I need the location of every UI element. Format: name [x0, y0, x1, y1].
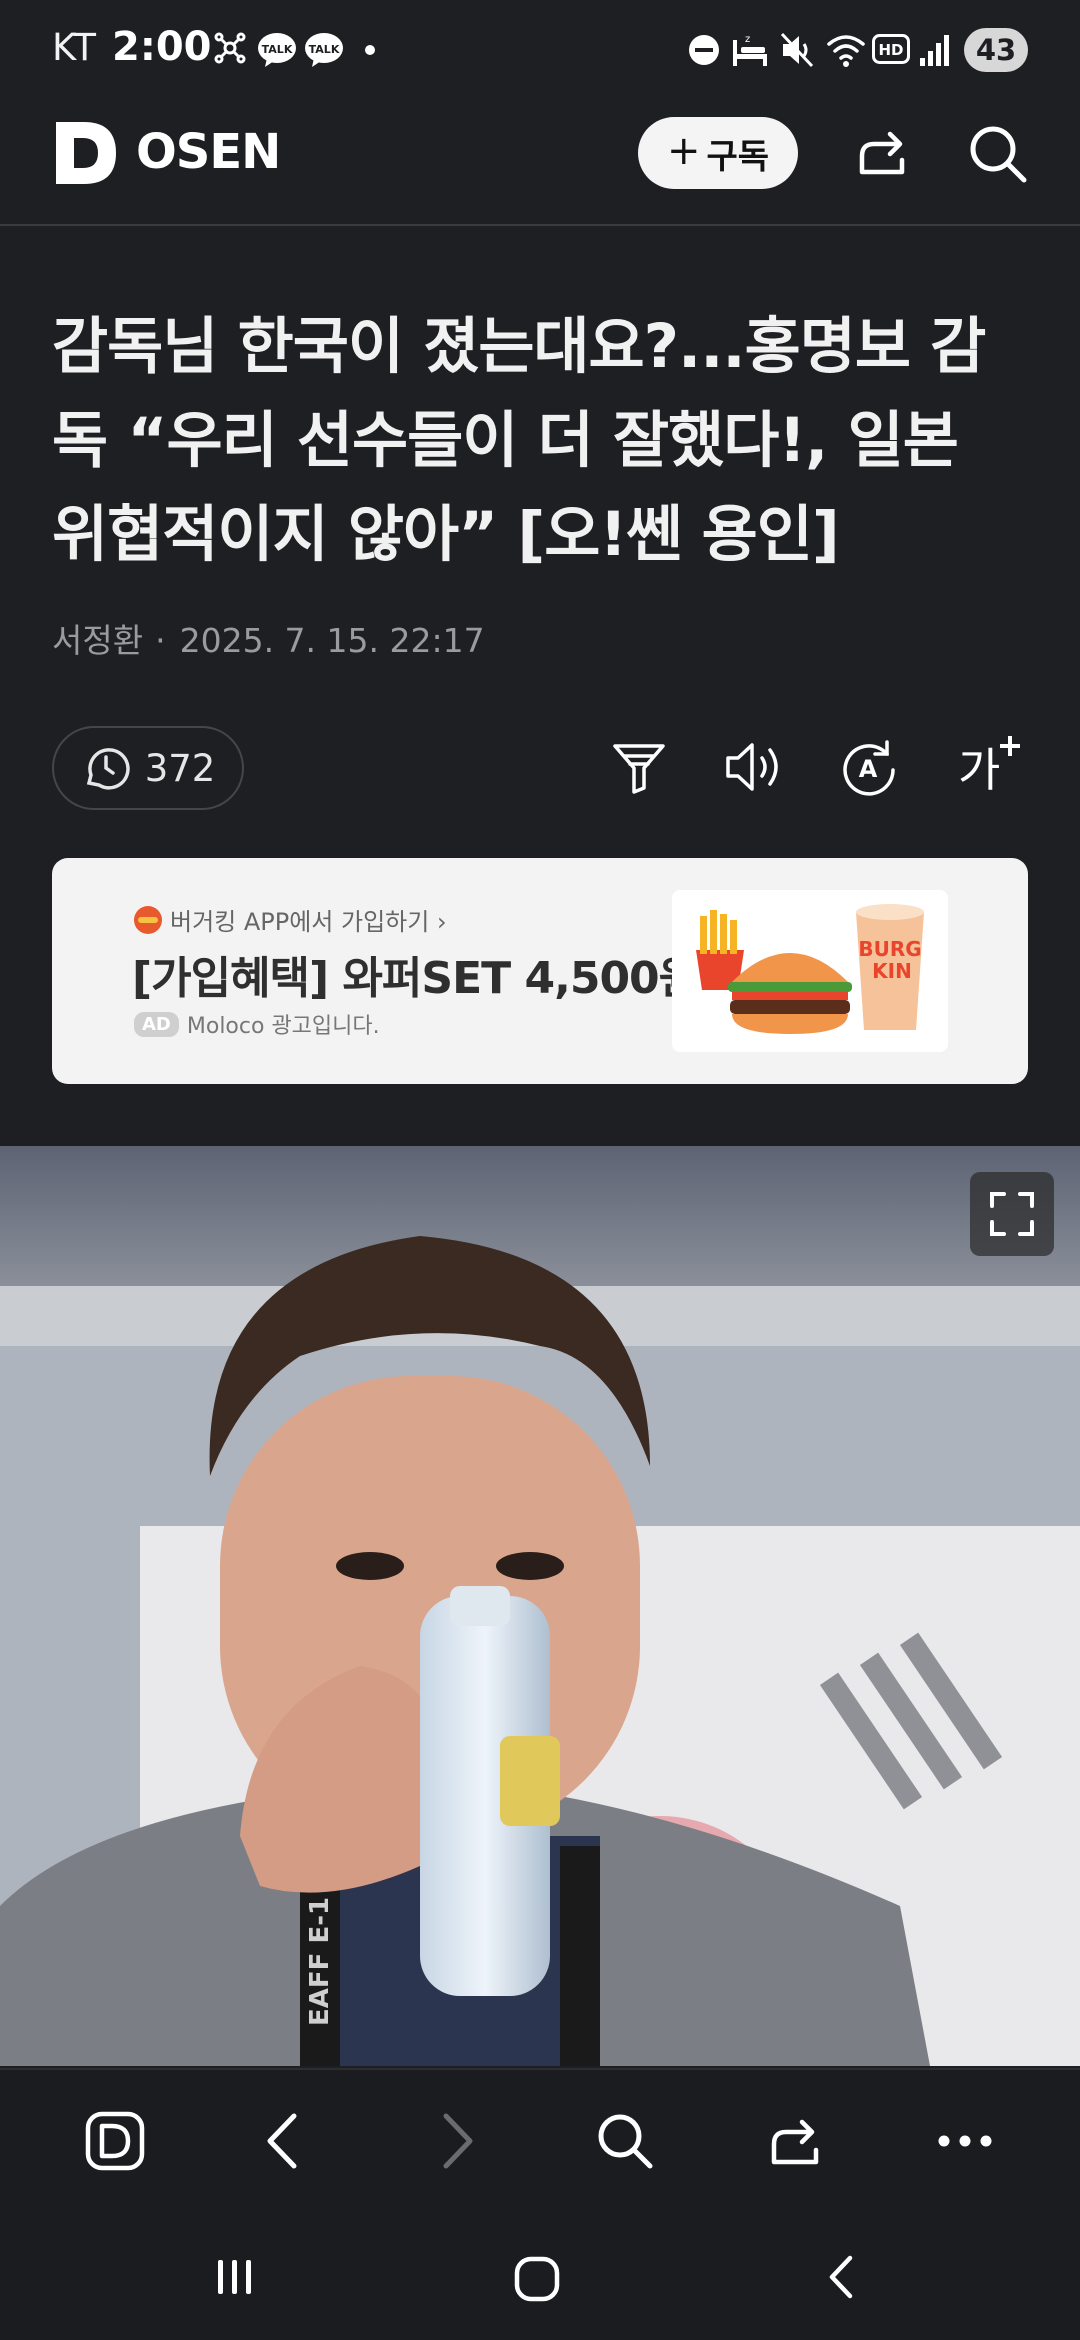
comments-button[interactable]: 372 — [52, 726, 244, 810]
comment-clock-icon — [81, 743, 131, 793]
ad-brand-line[interactable]: 버거킹 APP에서 가입하기 › — [134, 902, 447, 937]
author-name[interactable]: 서정환 — [52, 621, 143, 660]
home-icon[interactable] — [512, 2254, 562, 2304]
cup-icon: BURG KIN — [856, 904, 924, 1030]
svg-text:TALK: TALK — [309, 43, 340, 56]
ad-banner[interactable]: 버거킹 APP에서 가입하기 › [가입혜택] 와퍼SET 4,500원 AD … — [52, 858, 1028, 1084]
dot-icon — [364, 44, 376, 56]
share-icon[interactable] — [764, 2110, 826, 2172]
status-bar: KT 2:00 TALK TALK z HD 43 — [0, 0, 1080, 100]
battery-icon: 43 — [964, 28, 1028, 72]
text-to-speech-icon[interactable] — [724, 738, 786, 796]
network-icon — [212, 30, 248, 66]
forward-icon — [424, 2110, 486, 2172]
fullscreen-icon — [988, 1190, 1036, 1238]
svg-text:BURG: BURG — [858, 937, 921, 961]
svg-text:HD: HD — [878, 41, 903, 59]
sleep-icon: z — [731, 32, 769, 68]
search-icon[interactable] — [594, 2110, 656, 2172]
wifi-icon — [826, 32, 866, 68]
article-photo[interactable]: EAFF E-1 — [0, 1146, 1080, 2066]
mute-icon — [780, 32, 814, 68]
search-icon[interactable] — [966, 122, 1030, 186]
crowd-background — [0, 1146, 1080, 1286]
system-navigation-bar — [0, 2214, 1080, 2340]
subscribe-button[interactable]: + 구독 — [638, 117, 798, 189]
back-icon[interactable] — [820, 2254, 866, 2300]
auto-translate-icon[interactable]: A — [840, 738, 898, 796]
burger-icon — [728, 953, 852, 1034]
subscribe-label: 구독 — [706, 136, 770, 177]
byline: 서정환 · 2025. 7. 15. 22:17 — [52, 614, 485, 662]
svg-text:A: A — [859, 755, 878, 783]
svg-text:z: z — [745, 34, 750, 45]
plus-icon: + — [666, 128, 701, 174]
more-icon[interactable] — [934, 2110, 996, 2172]
app-header: OSEN + 구독 — [0, 100, 1080, 226]
article-title: 감독님 한국이 졌는대요?...홍명보 감독 “우리 선수들이 더 잘했다!, … — [52, 311, 986, 570]
recent-apps-icon[interactable] — [212, 2254, 258, 2300]
do-not-disturb-icon — [688, 34, 720, 66]
daum-logo-icon[interactable] — [54, 120, 118, 186]
ad-image[interactable]: BURG KIN — [672, 890, 948, 1052]
ad-brand-text: 버거킹 APP에서 가입하기 › — [170, 908, 447, 936]
clock-time: 2:00 — [112, 24, 212, 70]
carrier-label: KT — [52, 26, 96, 69]
filter-icon[interactable] — [610, 738, 668, 796]
fullscreen-button[interactable] — [970, 1172, 1054, 1256]
svg-text:KIN: KIN — [872, 959, 912, 983]
site-logo[interactable]: OSEN — [136, 124, 281, 180]
talk-message-icon: TALK — [304, 32, 344, 68]
back-icon[interactable] — [254, 2110, 316, 2172]
ad-meta: AD Moloco 광고입니다. — [134, 1008, 380, 1040]
hd-icon: HD — [872, 34, 910, 64]
daum-home-icon[interactable] — [84, 2110, 146, 2172]
publish-timestamp: 2025. 7. 15. 22:17 — [179, 621, 485, 660]
separator-dot: · — [155, 621, 166, 660]
share-icon[interactable] — [852, 122, 912, 182]
signal-icon — [918, 32, 952, 68]
talk-message-icon: TALK — [257, 32, 297, 68]
font-size-icon[interactable]: 가 — [954, 732, 1024, 796]
ad-advertiser: Moloco 광고입니다. — [186, 1014, 380, 1039]
comment-count: 372 — [144, 746, 216, 790]
burger-king-logo-icon — [134, 905, 162, 934]
browser-toolbar — [0, 2068, 1080, 2216]
font-size-label: 가 — [958, 743, 1000, 796]
water-bottle — [420, 1586, 560, 1996]
lanyard-text: EAFF E-1 — [305, 1897, 335, 2026]
ad-tag: AD — [134, 1011, 179, 1037]
svg-text:TALK: TALK — [262, 43, 293, 56]
ad-headline[interactable]: [가입혜택] 와퍼SET 4,500원 — [132, 942, 699, 1006]
